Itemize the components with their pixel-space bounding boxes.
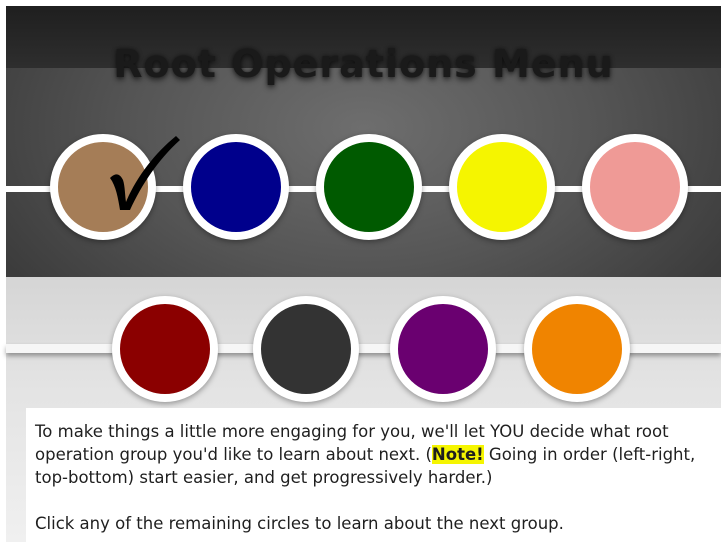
circle-6-dark-red[interactable] xyxy=(112,296,218,402)
circle-3-green[interactable] xyxy=(316,134,422,240)
page-title: Root Operations Menu xyxy=(113,42,614,86)
circle-7-dark-gray[interactable] xyxy=(253,296,359,402)
top-panel: Root Operations Menu xyxy=(6,6,721,277)
circle-1-completed[interactable] xyxy=(50,134,156,240)
note-label: Note! xyxy=(431,445,484,464)
root-operations-menu: Root Operations Menu To make things a li… xyxy=(6,6,721,546)
circle-2-blue[interactable] xyxy=(183,134,289,240)
instructions-paragraph: To make things a little more engaging fo… xyxy=(35,420,714,489)
instructions-box: To make things a little more engaging fo… xyxy=(26,408,721,546)
circle-4-yellow[interactable] xyxy=(449,134,555,240)
instructions-click-hint: Click any of the remaining circles to le… xyxy=(35,514,564,533)
circle-8-purple[interactable] xyxy=(390,296,496,402)
circle-9-orange[interactable] xyxy=(524,296,630,402)
circle-5-pink[interactable] xyxy=(582,134,688,240)
